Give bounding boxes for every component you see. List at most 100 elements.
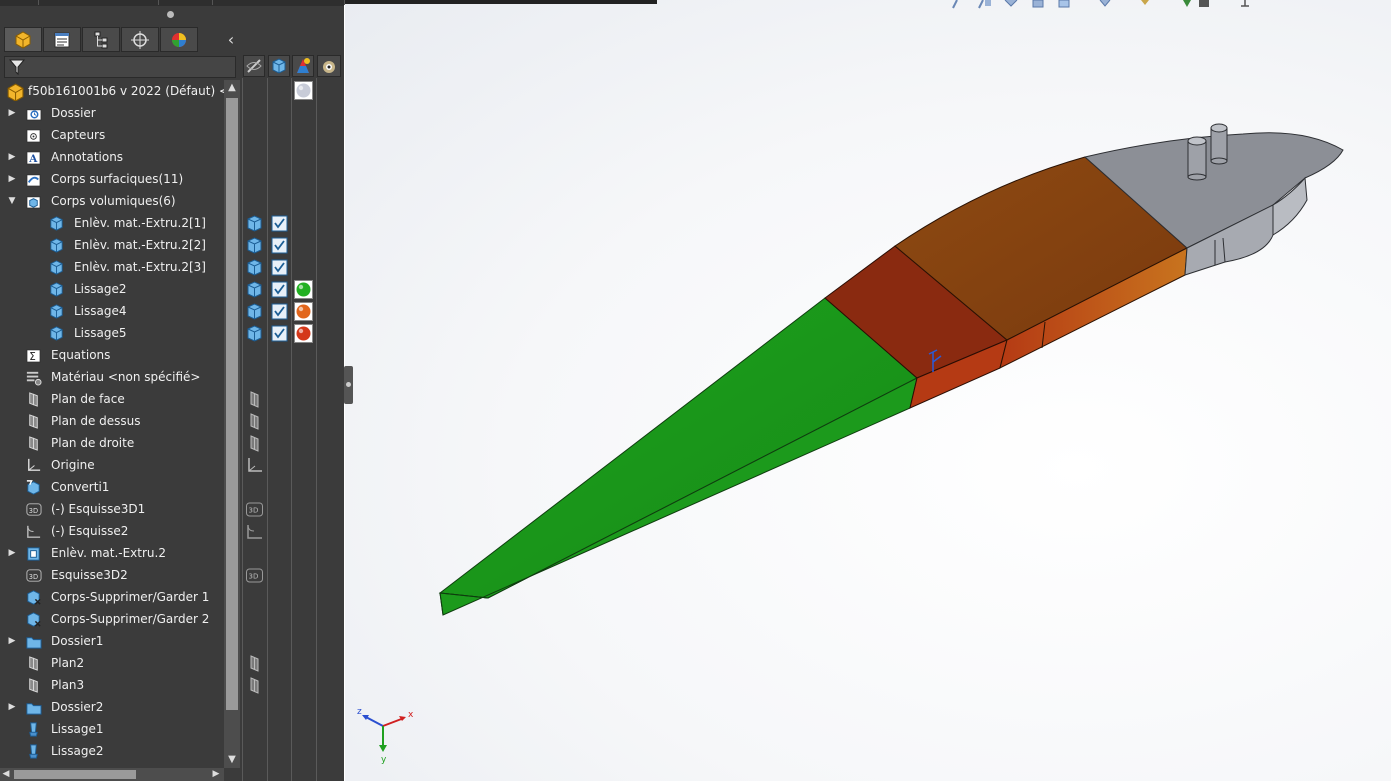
tree-item[interactable]: ▶ Dossier <box>0 102 224 124</box>
tree-item[interactable]: Enlèv. mat.-Extru.2[3] <box>0 256 224 278</box>
expand-arrow-icon[interactable]: ▶ <box>7 168 17 190</box>
expand-arrow-icon[interactable]: ▶ <box>7 146 17 168</box>
tree-item[interactable]: Capteurs <box>0 124 224 146</box>
solid-body-icon <box>50 238 63 253</box>
column-divider <box>291 78 292 781</box>
plane-visibility-toggle[interactable] <box>245 390 264 409</box>
scroll-thumb[interactable] <box>14 770 136 779</box>
tree-item[interactable]: ▼ Corps volumiques(6) <box>0 190 224 212</box>
tree-item[interactable]: 3D Esquisse3D2 <box>0 564 224 586</box>
tab-configuration-manager[interactable] <box>82 27 120 52</box>
display-mode-toggle[interactable] <box>245 302 264 321</box>
show-body-checkbox[interactable] <box>270 258 289 277</box>
tree-item-label: (-) Esquisse2 <box>51 524 129 538</box>
tree-item[interactable]: ▶ Dossier2 <box>0 696 224 718</box>
tree-horizontal-scrollbar[interactable]: ◀ ▶ <box>0 768 224 781</box>
tree-item[interactable]: Corps-Supprimer/Garder 1 <box>0 586 224 608</box>
collapse-panel-button[interactable]: ‹ <box>222 29 240 51</box>
plane-visibility-toggle[interactable] <box>245 412 264 431</box>
display-mode-toggle[interactable] <box>245 214 264 233</box>
expand-arrow-icon[interactable]: ▶ <box>7 630 17 652</box>
tree-item[interactable]: Matériau <non spécifié> <box>0 366 224 388</box>
display-mode-icon <box>272 58 286 74</box>
filter-icon <box>8 59 26 76</box>
tree-vertical-scrollbar[interactable]: ▲ ▼ <box>224 80 240 768</box>
tree-item[interactable]: Corps-Supprimer/Garder 2 <box>0 608 224 630</box>
tree-item[interactable]: Lissage2 <box>0 278 224 300</box>
appearance-swatch[interactable] <box>294 302 313 321</box>
tree-root-part[interactable]: f50b161001b6 v 2022 (Défaut) <<Défaut> <box>0 80 224 102</box>
plane-visibility-toggle[interactable] <box>245 434 264 453</box>
expand-arrow-icon[interactable]: ▶ <box>7 696 17 718</box>
appearance-swatch[interactable] <box>294 280 313 299</box>
sketch-visibility-toggle[interactable] <box>245 522 264 541</box>
tree-item[interactable]: ▶ Dossier1 <box>0 630 224 652</box>
tab-feature-manager[interactable] <box>4 27 42 52</box>
expand-arrow-icon[interactable]: ▶ <box>7 542 17 564</box>
scroll-left-arrow[interactable]: ◀ <box>0 768 12 781</box>
plane-visibility-toggle[interactable] <box>245 654 264 673</box>
show-body-checkbox[interactable] <box>270 214 289 233</box>
tree-item[interactable]: Origine <box>0 454 224 476</box>
tree-item[interactable]: Σ Equations <box>0 344 224 366</box>
show-body-checkbox[interactable] <box>270 280 289 299</box>
display-mode-toggle[interactable] <box>245 280 264 299</box>
splitter-dot[interactable] <box>167 11 174 18</box>
tree-filter-bar[interactable] <box>4 56 236 78</box>
boss-cylinder[interactable] <box>1187 136 1207 181</box>
tab-dimxpert-manager[interactable] <box>121 27 159 52</box>
tree-item[interactable]: Plan de face <box>0 388 224 410</box>
display-mode-toggle[interactable] <box>245 258 264 277</box>
display-mode-toggle[interactable] <box>245 236 264 255</box>
scroll-thumb[interactable] <box>226 98 238 710</box>
part-model[interactable] <box>345 0 1391 781</box>
svg-text:Σ: Σ <box>29 351 36 363</box>
tree-item[interactable]: Plan3 <box>0 674 224 696</box>
tree-item[interactable]: 3D (-) Esquisse3D1 <box>0 498 224 520</box>
tree-item[interactable]: Enlèv. mat.-Extru.2[2] <box>0 234 224 256</box>
show-body-checkbox[interactable] <box>270 236 289 255</box>
appearance-swatch[interactable] <box>294 324 313 343</box>
tree-item[interactable]: Lissage4 <box>0 300 224 322</box>
show-body-checkbox[interactable] <box>270 324 289 343</box>
display-mode-column-header[interactable] <box>268 55 290 77</box>
body-lissage2-green[interactable] <box>438 297 918 616</box>
tree-item[interactable]: ▶ Enlèv. mat.-Extru.2 <box>0 542 224 564</box>
boss-cylinder[interactable] <box>1210 123 1228 165</box>
show-body-checkbox[interactable] <box>270 302 289 321</box>
sketch-visibility-toggle[interactable]: 3D <box>245 566 264 585</box>
scroll-right-arrow[interactable]: ▶ <box>210 768 222 781</box>
display-mode-toggle[interactable] <box>245 324 264 343</box>
tree-item[interactable]: ▶ Corps surfaciques(11) <box>0 168 224 190</box>
scroll-down-arrow[interactable]: ▼ <box>224 752 240 768</box>
tree-item[interactable]: Lissage2 <box>0 740 224 762</box>
collapse-arrow-icon[interactable]: ▼ <box>7 190 17 212</box>
triad-label-y: y <box>381 755 387 764</box>
column-divider <box>242 78 243 781</box>
scroll-up-arrow[interactable]: ▲ <box>224 80 240 96</box>
tree-item[interactable]: ▶ A Annotations <box>0 146 224 168</box>
appearance-swatch[interactable] <box>294 81 313 100</box>
transparency-column-header[interactable] <box>317 55 341 77</box>
tree-item[interactable]: Plan de droite <box>0 432 224 454</box>
tree-item[interactable]: Plan2 <box>0 652 224 674</box>
tree-item-label: Corps-Supprimer/Garder 2 <box>51 612 210 626</box>
tree-item[interactable]: Enlèv. mat.-Extru.2[1] <box>0 212 224 234</box>
tree-item[interactable]: Converti1 <box>0 476 224 498</box>
tab-display-manager[interactable] <box>160 27 198 52</box>
tree-item[interactable]: (-) Esquisse2 <box>0 520 224 542</box>
tree-item[interactable]: Plan de dessus <box>0 410 224 432</box>
appearance-column-header[interactable] <box>292 55 314 77</box>
tree-item-label: Plan3 <box>51 678 85 692</box>
plane-visibility-toggle[interactable] <box>245 676 264 695</box>
sketch-visibility-toggle[interactable]: 3D <box>245 500 264 519</box>
origin-visibility-toggle[interactable] <box>245 456 264 475</box>
tab-property-manager[interactable] <box>43 27 81 52</box>
expand-arrow-icon[interactable]: ▶ <box>7 102 17 124</box>
tree-item[interactable]: Lissage5 <box>0 322 224 344</box>
loft-icon <box>29 744 38 759</box>
plane-icon <box>29 678 38 693</box>
hide-show-column-header[interactable] <box>243 55 265 77</box>
tree-item[interactable]: Lissage1 <box>0 718 224 740</box>
svg-text:3D: 3D <box>249 507 259 515</box>
